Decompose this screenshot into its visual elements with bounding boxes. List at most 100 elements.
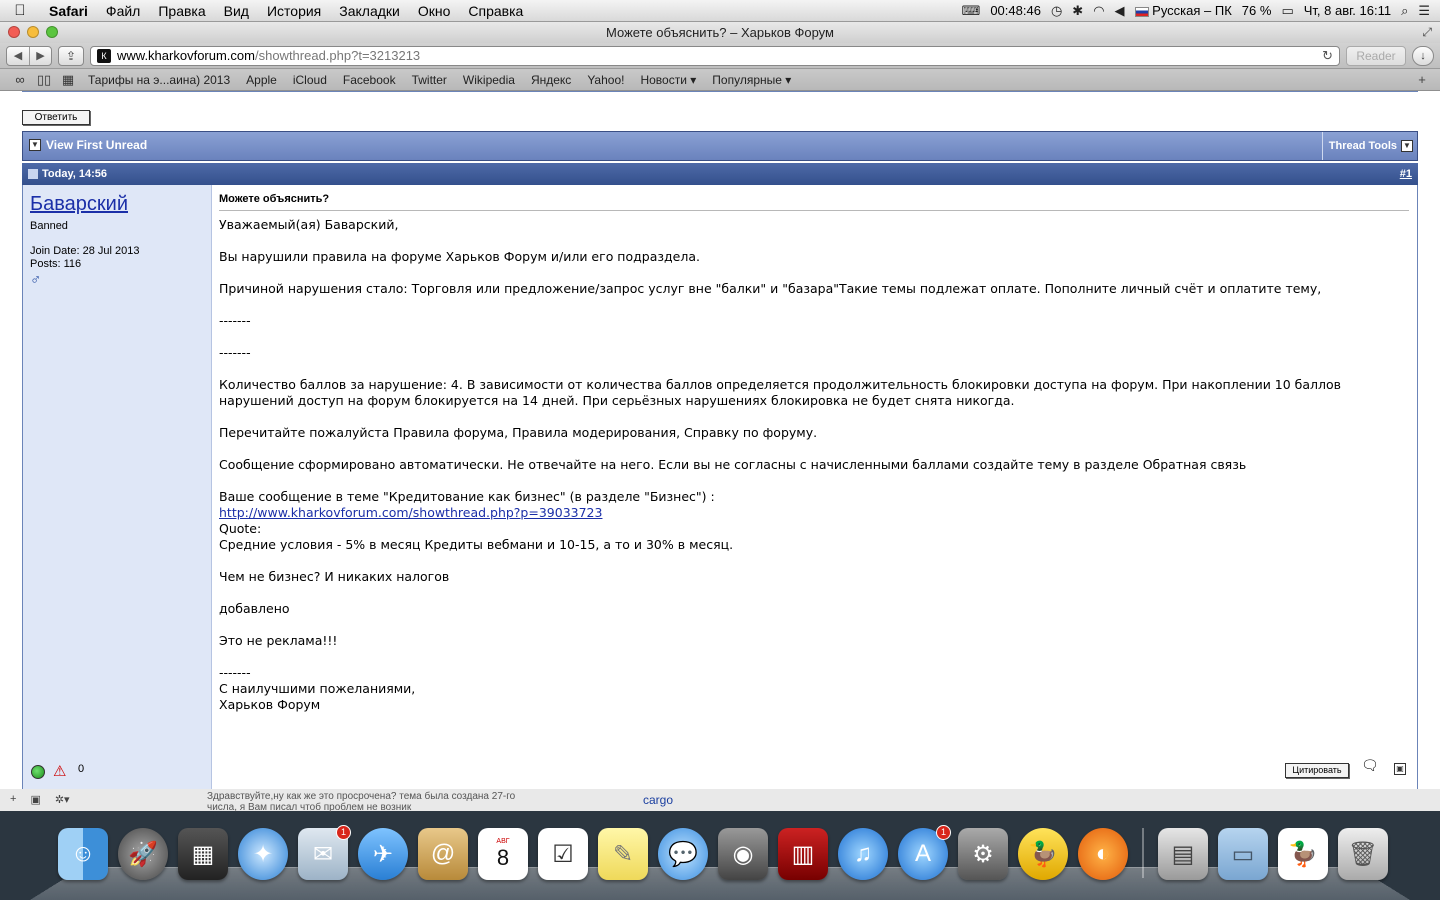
thread-tools-label: Thread Tools <box>1328 140 1397 152</box>
background-cargo-label[interactable]: cargo <box>643 793 673 807</box>
zoom-window-button[interactable] <box>46 26 58 38</box>
firefox-icon[interactable]: ◐ <box>1078 828 1128 880</box>
view-first-unread-link[interactable]: ▼ View First Unread <box>29 138 147 152</box>
back-button[interactable]: ◀ <box>7 47 29 65</box>
battery-icon[interactable]: ▭ <box>1281 3 1293 19</box>
facetime-icon[interactable]: ◉ <box>718 828 768 880</box>
notification-center-icon[interactable]: ☰ <box>1418 3 1430 19</box>
downloads-icon[interactable]: ↓ <box>1412 45 1434 66</box>
wifi-icon[interactable]: ◠ <box>1093 3 1104 19</box>
add-icon[interactable]: + <box>10 793 16 806</box>
original-post-link[interactable]: http://www.kharkovforum.com/showthread.p… <box>219 505 602 520</box>
contacts-icon[interactable]: @ <box>418 828 468 880</box>
username-link[interactable]: Баварский <box>30 193 128 216</box>
post-paragraph: Чем не бизнес? И никаких налогов <box>219 569 450 584</box>
cyberduck-icon[interactable]: 🦆 <box>1018 828 1068 880</box>
input-source-menu[interactable]: Русская – ПК <box>1134 3 1232 18</box>
signature-separator: ------- <box>219 665 251 680</box>
post-number-link[interactable]: #1 <box>1400 168 1412 180</box>
view-first-unread-label: View First Unread <box>46 138 148 152</box>
thread-tools-dropdown-icon: ▼ <box>1401 140 1413 152</box>
menu-file[interactable]: Файл <box>97 0 149 22</box>
volume-icon[interactable]: ◀ <box>1115 3 1125 19</box>
trash-icon[interactable]: 🗑 <box>1338 828 1388 880</box>
reply-button[interactable]: Ответить <box>22 110 90 125</box>
quote-button[interactable]: Цитировать <box>1285 763 1349 778</box>
reminders-icon[interactable]: ☑ <box>538 828 588 880</box>
launchpad-icon[interactable]: 🚀 <box>118 828 168 880</box>
quoted-text: Средние условия - 5% в месяц Кредиты веб… <box>219 537 734 552</box>
address-bar[interactable]: К www.kharkovforum.com/showthread.php?t=… <box>90 45 1340 66</box>
save-box-icon[interactable]: ▣ <box>30 793 40 806</box>
menu-help[interactable]: Справка <box>459 0 532 22</box>
minimize-window-button[interactable] <box>27 26 39 38</box>
address-host: www.kharkovforum.com <box>117 48 255 63</box>
top-sites-grid-icon[interactable]: ▦ <box>56 72 80 88</box>
messages-icon[interactable]: 💬 <box>658 828 708 880</box>
safari-icon[interactable]: ✦ <box>238 828 288 880</box>
bookmark-folder-popular[interactable]: Популярные ▾ <box>704 73 799 87</box>
post-date: Today, 14:56 <box>42 168 108 180</box>
documents-folder-icon[interactable]: ▭ <box>1218 828 1268 880</box>
reader-button[interactable]: Reader <box>1346 45 1406 66</box>
safari-window: Можете объяснить? – Харьков Форум ⤢ ◀ ▶ … <box>0 22 1440 811</box>
expand-post-icon[interactable]: ▣ <box>1394 763 1406 775</box>
clock[interactable]: Чт, 8 авг. 16:11 <box>1304 3 1391 18</box>
post-paragraph: Сообщение сформировано автоматически. Не… <box>219 457 1247 472</box>
mission-control-icon[interactable]: ▦ <box>178 828 228 880</box>
post-paragraph: Вы нарушили правила на форуме Харьков Фо… <box>219 249 700 264</box>
share-button[interactable]: ⇪ <box>58 45 84 66</box>
close-window-button[interactable] <box>8 26 20 38</box>
browser-toolbar: ◀ ▶ ⇪ К www.kharkovforum.com/showthread.… <box>0 43 1440 69</box>
fullscreen-icon[interactable]: ⤢ <box>1422 22 1432 43</box>
ip-icon[interactable]: 0 <box>78 763 84 775</box>
report-post-icon[interactable]: ⚠ <box>53 762 66 780</box>
bookmark-wikipedia[interactable]: Wikipedia <box>455 73 523 87</box>
itunes-icon[interactable]: ♫ <box>838 828 888 880</box>
menu-view[interactable]: Вид <box>215 0 258 22</box>
messages-bird-icon[interactable]: ✈ <box>358 828 408 880</box>
finder-icon[interactable]: ☺ <box>58 828 108 880</box>
thread-tools-menu[interactable]: Thread Tools ▼ <box>1321 132 1417 160</box>
spotlight-search-icon[interactable]: ⌕ <box>1401 3 1408 19</box>
duck-file-icon[interactable]: 🦆 <box>1278 828 1328 880</box>
bookmarks-book-icon[interactable]: ▯▯ <box>32 72 56 88</box>
menu-history[interactable]: История <box>258 0 330 22</box>
bookmark-twitter[interactable]: Twitter <box>404 73 455 87</box>
reading-list-icon[interactable]: ∞ <box>8 72 32 87</box>
new-tab-plus-icon[interactable]: + <box>1412 72 1432 87</box>
post-paragraph: добавлено <box>219 601 290 616</box>
bookmark-folder-news[interactable]: Новости ▾ <box>632 73 704 87</box>
forward-button[interactable]: ▶ <box>29 46 51 65</box>
menu-bookmarks[interactable]: Закладки <box>330 0 409 22</box>
system-preferences-gear-icon[interactable]: ⚙ <box>958 828 1008 880</box>
menu-window[interactable]: Окно <box>409 0 460 22</box>
menu-app-safari[interactable]: Safari <box>40 0 97 22</box>
bookmark-yandex[interactable]: Яндекс <box>523 73 579 87</box>
menu-edit[interactable]: Правка <box>149 0 214 22</box>
keyboard-icon[interactable]: ⌨ <box>962 3 981 19</box>
downloads-stack-icon[interactable]: ▤ <box>1158 828 1208 880</box>
mail-icon[interactable]: ✉ 1 <box>298 825 351 880</box>
battery-time[interactable]: 00:48:46 <box>990 3 1041 18</box>
bookmark-tariffs[interactable]: Тарифы на э...аина) 2013 <box>80 73 238 87</box>
app-store-icon[interactable]: A1 <box>898 825 951 880</box>
bookmark-yahoo[interactable]: Yahoo! <box>579 73 632 87</box>
apple-menu-icon[interactable]:  <box>0 2 40 19</box>
user-join-date: Join Date: 28 Jul 2013 <box>30 245 140 257</box>
bookmark-facebook[interactable]: Facebook <box>335 73 404 87</box>
battery-percent[interactable]: 76 % <box>1242 3 1272 18</box>
site-favicon-icon: К <box>97 48 111 63</box>
bookmark-icloud[interactable]: iCloud <box>285 73 335 87</box>
input-source-label: Русская – ПК <box>1152 3 1232 18</box>
multi-quote-icon[interactable]: 🗨 <box>1361 757 1379 774</box>
notes-icon[interactable]: ✎ <box>598 828 648 880</box>
bluetooth-icon[interactable]: ✱ <box>1072 3 1083 19</box>
time-machine-icon[interactable]: ◷ <box>1051 3 1062 19</box>
calendar-icon[interactable]: АВГ 8 <box>478 828 528 880</box>
photo-booth-icon[interactable]: ▥ <box>778 828 828 880</box>
post-document-icon <box>28 169 38 179</box>
gear-icon[interactable]: ✲▾ <box>55 793 70 806</box>
reload-icon[interactable]: ↻ <box>1322 48 1333 64</box>
bookmark-apple[interactable]: Apple <box>238 73 285 87</box>
